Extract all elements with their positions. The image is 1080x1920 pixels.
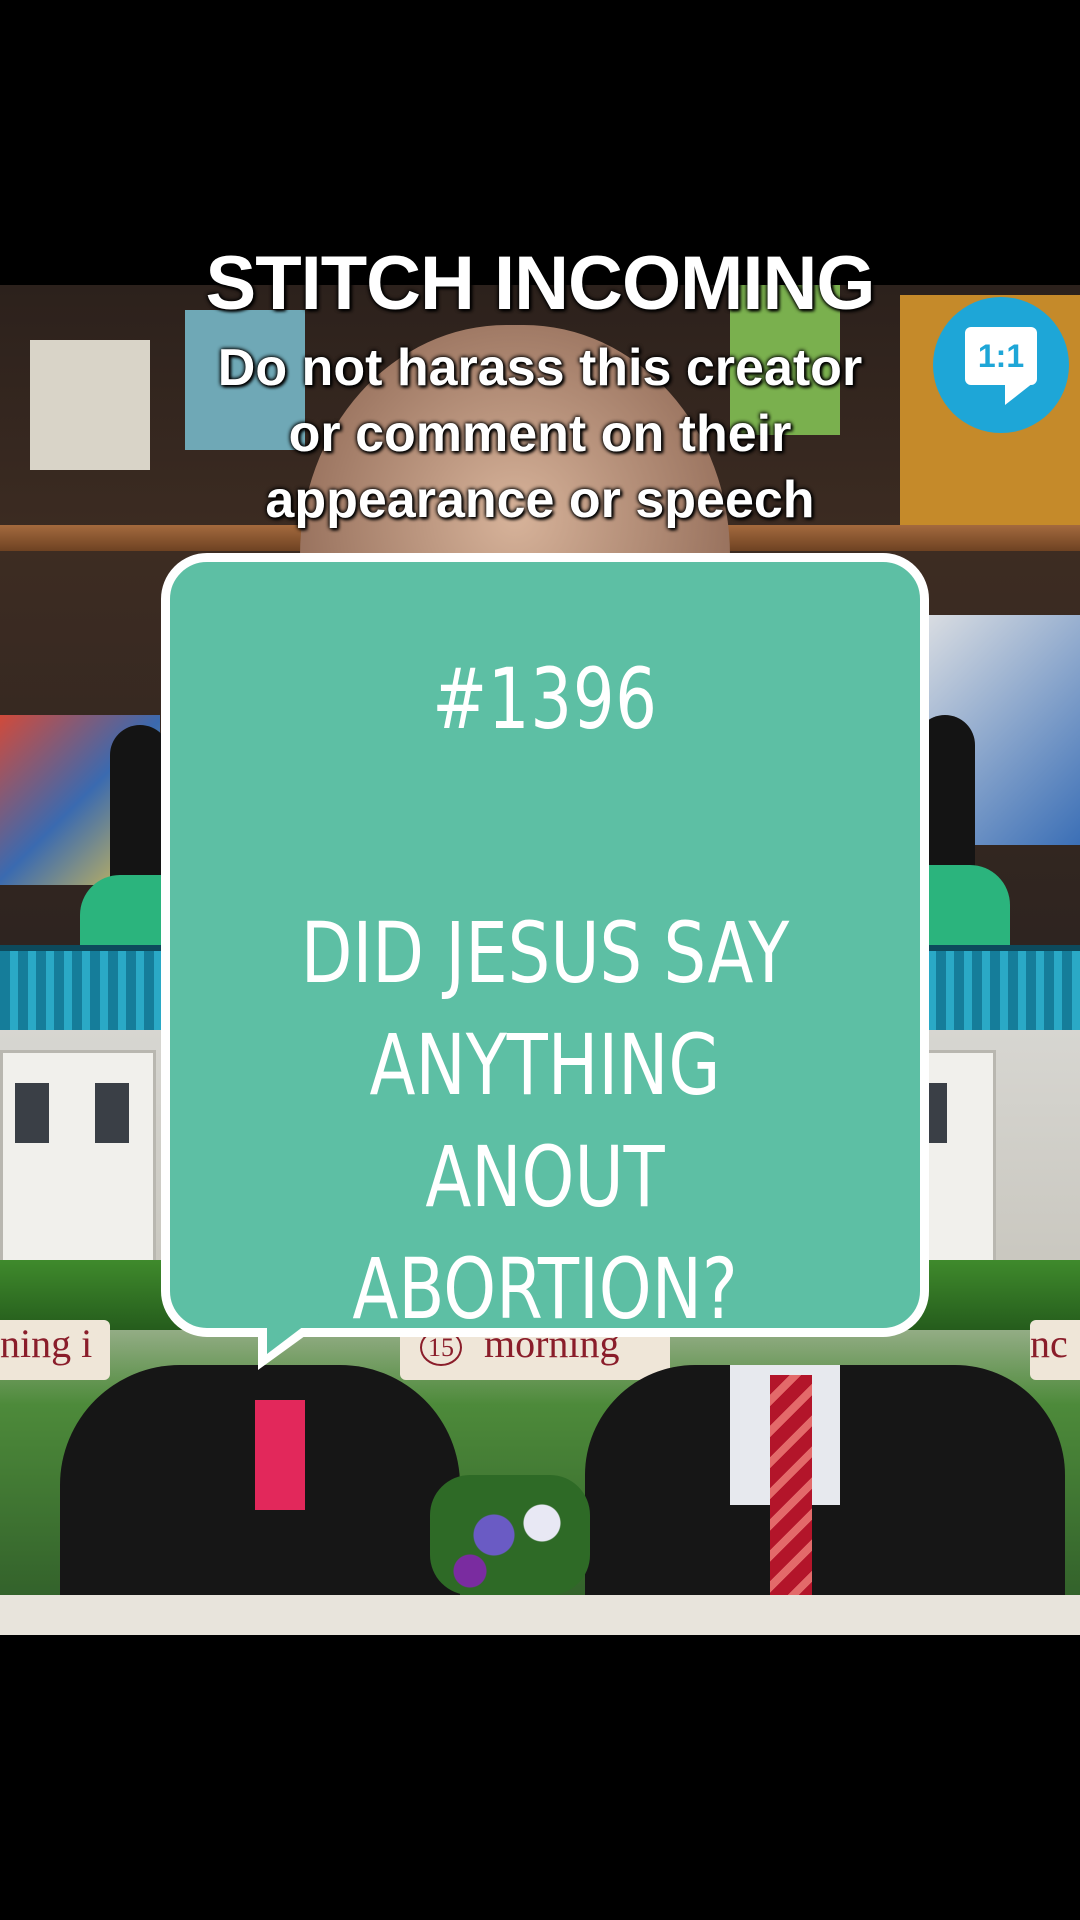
building-window	[0, 1050, 156, 1266]
desk-banner-left: ning i	[0, 1320, 110, 1380]
question-number: #1396	[432, 650, 658, 748]
anchor-left-shirt	[255, 1400, 305, 1510]
stitch-warning: Do not harass this creator or comment on…	[180, 335, 900, 533]
chat-bubble-icon: 1:1	[965, 327, 1037, 385]
flowers	[430, 1475, 590, 1595]
desk-banner-right: nc	[1030, 1320, 1080, 1380]
speech-bubble-tail-fill	[267, 1310, 325, 1354]
stitch-title: STITCH INCOMING	[205, 241, 876, 326]
question-line: ANYTHING ANOUT	[369, 1016, 721, 1226]
badge-label: 1:1	[977, 338, 1025, 374]
one-on-one-badge: 1:1	[933, 297, 1069, 433]
green-shirt	[80, 875, 170, 945]
question-line: ABORTION?	[352, 1240, 738, 1338]
desk-banner-left-text: ning i	[0, 1321, 93, 1366]
question-line: DID JESUS SAY	[300, 904, 790, 1002]
warning-line: appearance or speech	[265, 471, 815, 529]
question-text: DID JESUS SAY ANYTHING ANOUT ABORTION?	[170, 897, 920, 1345]
news-desk	[0, 1595, 1080, 1635]
shelf-books	[30, 340, 150, 470]
chat-bubble-tail	[1005, 383, 1033, 405]
question-speech-bubble: #1396 DID JESUS SAY ANYTHING ANOUT ABORT…	[161, 553, 929, 1338]
desk-banner-right-text: nc	[1030, 1321, 1068, 1366]
warning-line: or comment on their	[288, 405, 792, 463]
anchor-right-tie	[770, 1375, 812, 1615]
warning-line: Do not harass this creator	[217, 339, 863, 397]
